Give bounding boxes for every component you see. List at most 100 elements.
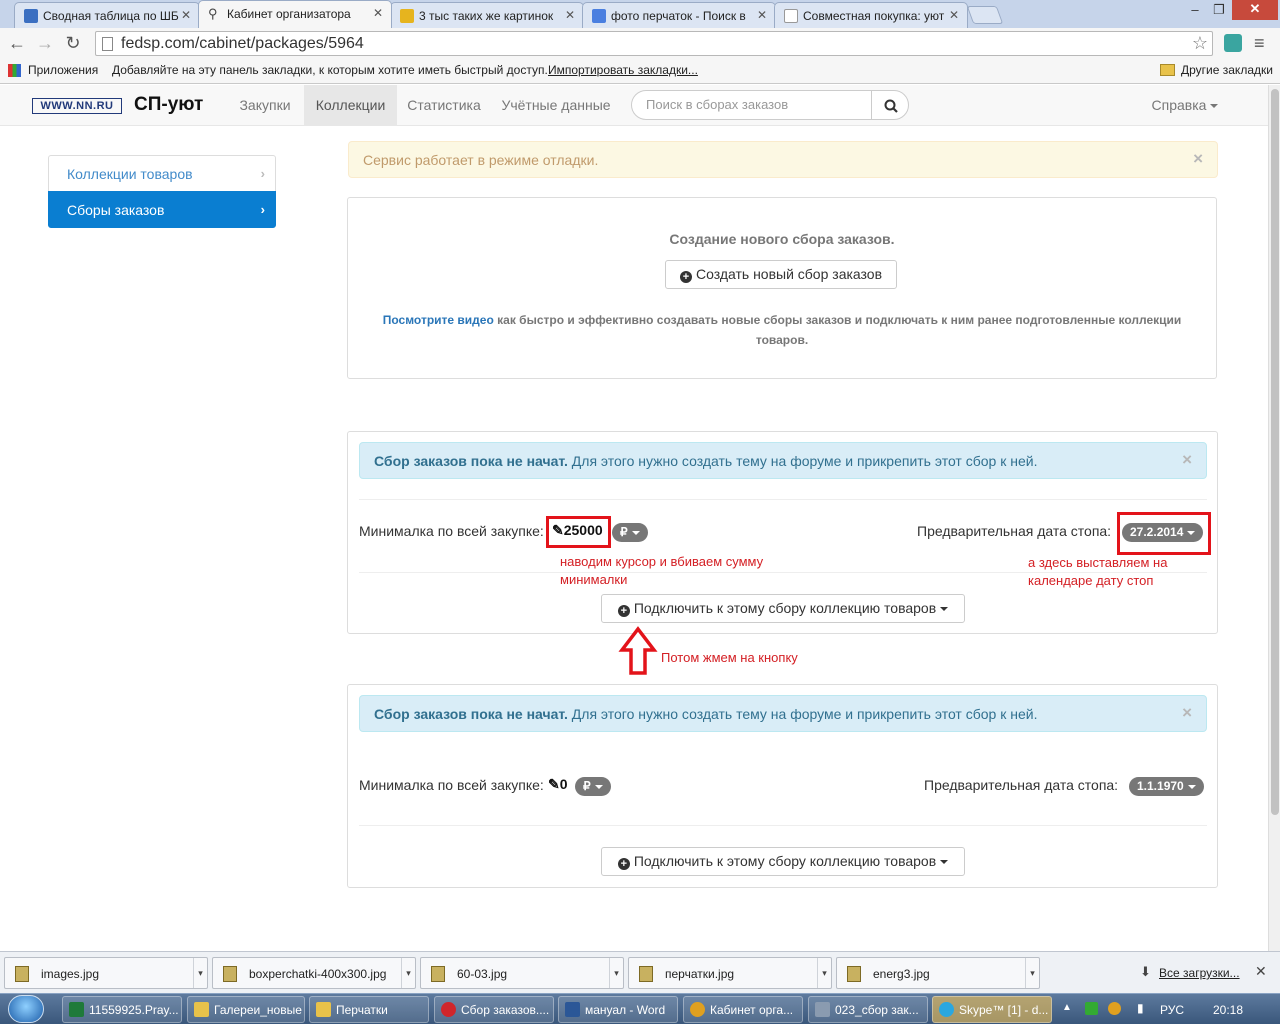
dropdown-arrow-icon[interactable]: ▾ bbox=[817, 958, 831, 988]
download-item[interactable]: boxperchatki-400x300.jpg ▾ bbox=[212, 957, 416, 989]
currency-dropdown[interactable]: ₽ bbox=[575, 777, 611, 796]
excel-icon bbox=[69, 1002, 84, 1017]
tray-app-icon[interactable] bbox=[1085, 1002, 1098, 1015]
pencil-icon: ✎ bbox=[548, 776, 560, 792]
word-icon bbox=[565, 1002, 580, 1017]
help-dropdown[interactable]: Справка bbox=[1130, 85, 1240, 125]
close-icon[interactable]: ✕ bbox=[949, 8, 959, 22]
new-tab-button[interactable] bbox=[966, 6, 1004, 24]
taskbar-item[interactable]: Сбор заказов.... bbox=[434, 996, 554, 1023]
package-status-alert: Сбор заказов пока не начат. Для этого ну… bbox=[359, 442, 1207, 479]
connect-collection-button[interactable]: + Подключить к этому сбору коллекцию това… bbox=[601, 594, 965, 623]
download-filename: перчатки.jpg bbox=[665, 967, 735, 981]
nav-statistika[interactable]: Статистика bbox=[398, 85, 490, 125]
taskbar-item[interactable]: Кабинет орга... bbox=[683, 996, 803, 1023]
tab-kabinet[interactable]: ⚲ Кабинет организатора ✕ bbox=[198, 0, 392, 28]
tab-svodnaya[interactable]: Сводная таблица по ШБ ✕ bbox=[14, 2, 200, 28]
close-icon[interactable]: ✕ bbox=[757, 8, 767, 22]
jpg-file-icon bbox=[431, 966, 445, 982]
apps-link[interactable]: Приложения bbox=[28, 63, 98, 77]
minimize-icon[interactable]: – bbox=[1182, 2, 1208, 22]
sidebar-item-kollekcii-tovarov[interactable]: Коллекции товаров › bbox=[48, 155, 276, 192]
extension-icon[interactable] bbox=[1224, 34, 1242, 52]
package-status-alert: Сбор заказов пока не начат. Для этого ну… bbox=[359, 695, 1207, 732]
taskbar-item[interactable]: Перчатки bbox=[309, 996, 429, 1023]
create-package-panel: Создание нового сбора заказов. + Создать … bbox=[347, 197, 1217, 379]
plus-circle-icon: + bbox=[679, 271, 692, 283]
start-button[interactable] bbox=[8, 995, 44, 1023]
download-filename: images.jpg bbox=[41, 967, 100, 981]
jpg-file-icon bbox=[639, 966, 653, 982]
close-icon[interactable]: ✕ bbox=[373, 6, 383, 20]
close-icon[interactable]: × bbox=[1182, 450, 1192, 470]
search-button[interactable] bbox=[871, 90, 909, 120]
taskbar-item[interactable]: мануал - Word bbox=[558, 996, 678, 1023]
close-icon[interactable]: ✕ bbox=[565, 8, 575, 22]
jpg-file-icon bbox=[223, 966, 237, 982]
dropdown-arrow-icon[interactable]: ▾ bbox=[193, 958, 207, 988]
address-bar[interactable]: fedsp.com/cabinet/packages/5964 ☆ bbox=[95, 31, 1213, 56]
nav-kollekcii[interactable]: Коллекции bbox=[304, 85, 397, 125]
taskbar-item[interactable]: 11559925.Pray... bbox=[62, 996, 182, 1023]
search-input[interactable]: Поиск в сборах заказов bbox=[631, 90, 872, 120]
close-icon[interactable]: ✕ bbox=[181, 8, 191, 22]
network-icon[interactable]: ▮ bbox=[1137, 1001, 1144, 1015]
tray-expand-icon[interactable]: ▲ bbox=[1062, 1002, 1072, 1013]
download-item[interactable]: images.jpg ▾ bbox=[4, 957, 208, 989]
tab-google[interactable]: фото перчаток - Поиск в ✕ bbox=[582, 2, 776, 28]
scrollbar-thumb[interactable] bbox=[1271, 89, 1279, 815]
connect-button-label: Подключить к этому сбору коллекцию товар… bbox=[633, 853, 937, 869]
language-indicator[interactable]: РУС bbox=[1160, 1003, 1184, 1017]
forward-icon[interactable]: → bbox=[34, 32, 56, 54]
download-item[interactable]: перчатки.jpg ▾ bbox=[628, 957, 832, 989]
download-item[interactable]: energ3.jpg ▾ bbox=[836, 957, 1040, 989]
dropdown-arrow-icon[interactable]: ▾ bbox=[609, 958, 623, 988]
connect-collection-button[interactable]: + Подключить к этому сбору коллекцию това… bbox=[601, 847, 965, 876]
nav-zakupki[interactable]: Закупки bbox=[228, 85, 302, 125]
currency-dropdown[interactable]: ₽ bbox=[612, 523, 648, 542]
all-downloads-link[interactable]: Все загрузки... bbox=[1159, 966, 1240, 980]
highlight-min-value bbox=[546, 516, 611, 548]
import-bookmarks-link[interactable]: Импортировать закладки... bbox=[548, 63, 698, 77]
windows-taskbar: 11559925.Pray... Галереи_новые Перчатки … bbox=[0, 993, 1280, 1024]
site-brand[interactable]: СП-уют bbox=[134, 94, 203, 116]
taskbar-item[interactable]: 023_сбор зак... bbox=[808, 996, 928, 1023]
date-label: Предварительная дата стопа: bbox=[917, 523, 1112, 539]
video-link[interactable]: Посмотрите видео bbox=[383, 313, 494, 327]
close-icon[interactable]: × bbox=[1193, 149, 1203, 169]
menu-icon[interactable]: ≡ bbox=[1254, 33, 1265, 54]
opera-icon bbox=[441, 1002, 456, 1017]
image-viewer-icon bbox=[815, 1002, 830, 1017]
taskbar-item[interactable]: Skype™ [1] - d... bbox=[932, 996, 1052, 1023]
maximize-icon[interactable]: ❐ bbox=[1206, 2, 1232, 22]
window-close-icon[interactable]: ✕ bbox=[1232, 0, 1278, 20]
tab-kartinki[interactable]: 3 тыс таких же картинок ✕ bbox=[390, 2, 584, 28]
star-icon[interactable]: ☆ bbox=[1192, 33, 1208, 54]
close-icon[interactable]: ✕ bbox=[1255, 963, 1267, 980]
tray-app-icon[interactable] bbox=[1108, 1002, 1121, 1015]
create-package-button[interactable]: + Создать новый сбор заказов bbox=[665, 260, 897, 289]
page-icon bbox=[102, 37, 113, 51]
page-content: WWW.NN.RU СП-уют Закупки Коллекции Стати… bbox=[0, 85, 1268, 951]
close-icon[interactable]: × bbox=[1182, 703, 1192, 723]
reload-icon[interactable]: ↻ bbox=[62, 32, 84, 54]
tab-sovmestnaya[interactable]: Совместная покупка: уют ✕ bbox=[774, 2, 968, 28]
sidebar-item-sbory-zakazov[interactable]: Сборы заказов › bbox=[48, 191, 276, 228]
sidebar-item-label: Сборы заказов bbox=[67, 202, 165, 218]
download-item[interactable]: 60-03.jpg ▾ bbox=[420, 957, 624, 989]
page-scrollbar[interactable] bbox=[1268, 85, 1280, 951]
folder-icon bbox=[1160, 64, 1175, 76]
folder-icon bbox=[194, 1002, 209, 1017]
nn-logo[interactable]: WWW.NN.RU bbox=[32, 98, 122, 114]
clock[interactable]: 20:18 bbox=[1213, 1003, 1243, 1017]
dropdown-arrow-icon[interactable]: ▾ bbox=[401, 958, 415, 988]
min-value-editable[interactable]: ✎0 bbox=[548, 776, 568, 793]
search-placeholder: Поиск в сборах заказов bbox=[646, 97, 789, 112]
caret-icon bbox=[940, 607, 949, 612]
nav-uchetnye-dannye[interactable]: Учётные данные bbox=[494, 85, 618, 125]
taskbar-item[interactable]: Галереи_новые bbox=[187, 996, 305, 1023]
dropdown-arrow-icon[interactable]: ▾ bbox=[1025, 958, 1039, 988]
back-icon[interactable]: ← bbox=[6, 32, 28, 54]
stop-date-dropdown[interactable]: 1.1.1970 bbox=[1129, 777, 1204, 796]
other-bookmarks[interactable]: Другие закладки bbox=[1181, 63, 1273, 77]
